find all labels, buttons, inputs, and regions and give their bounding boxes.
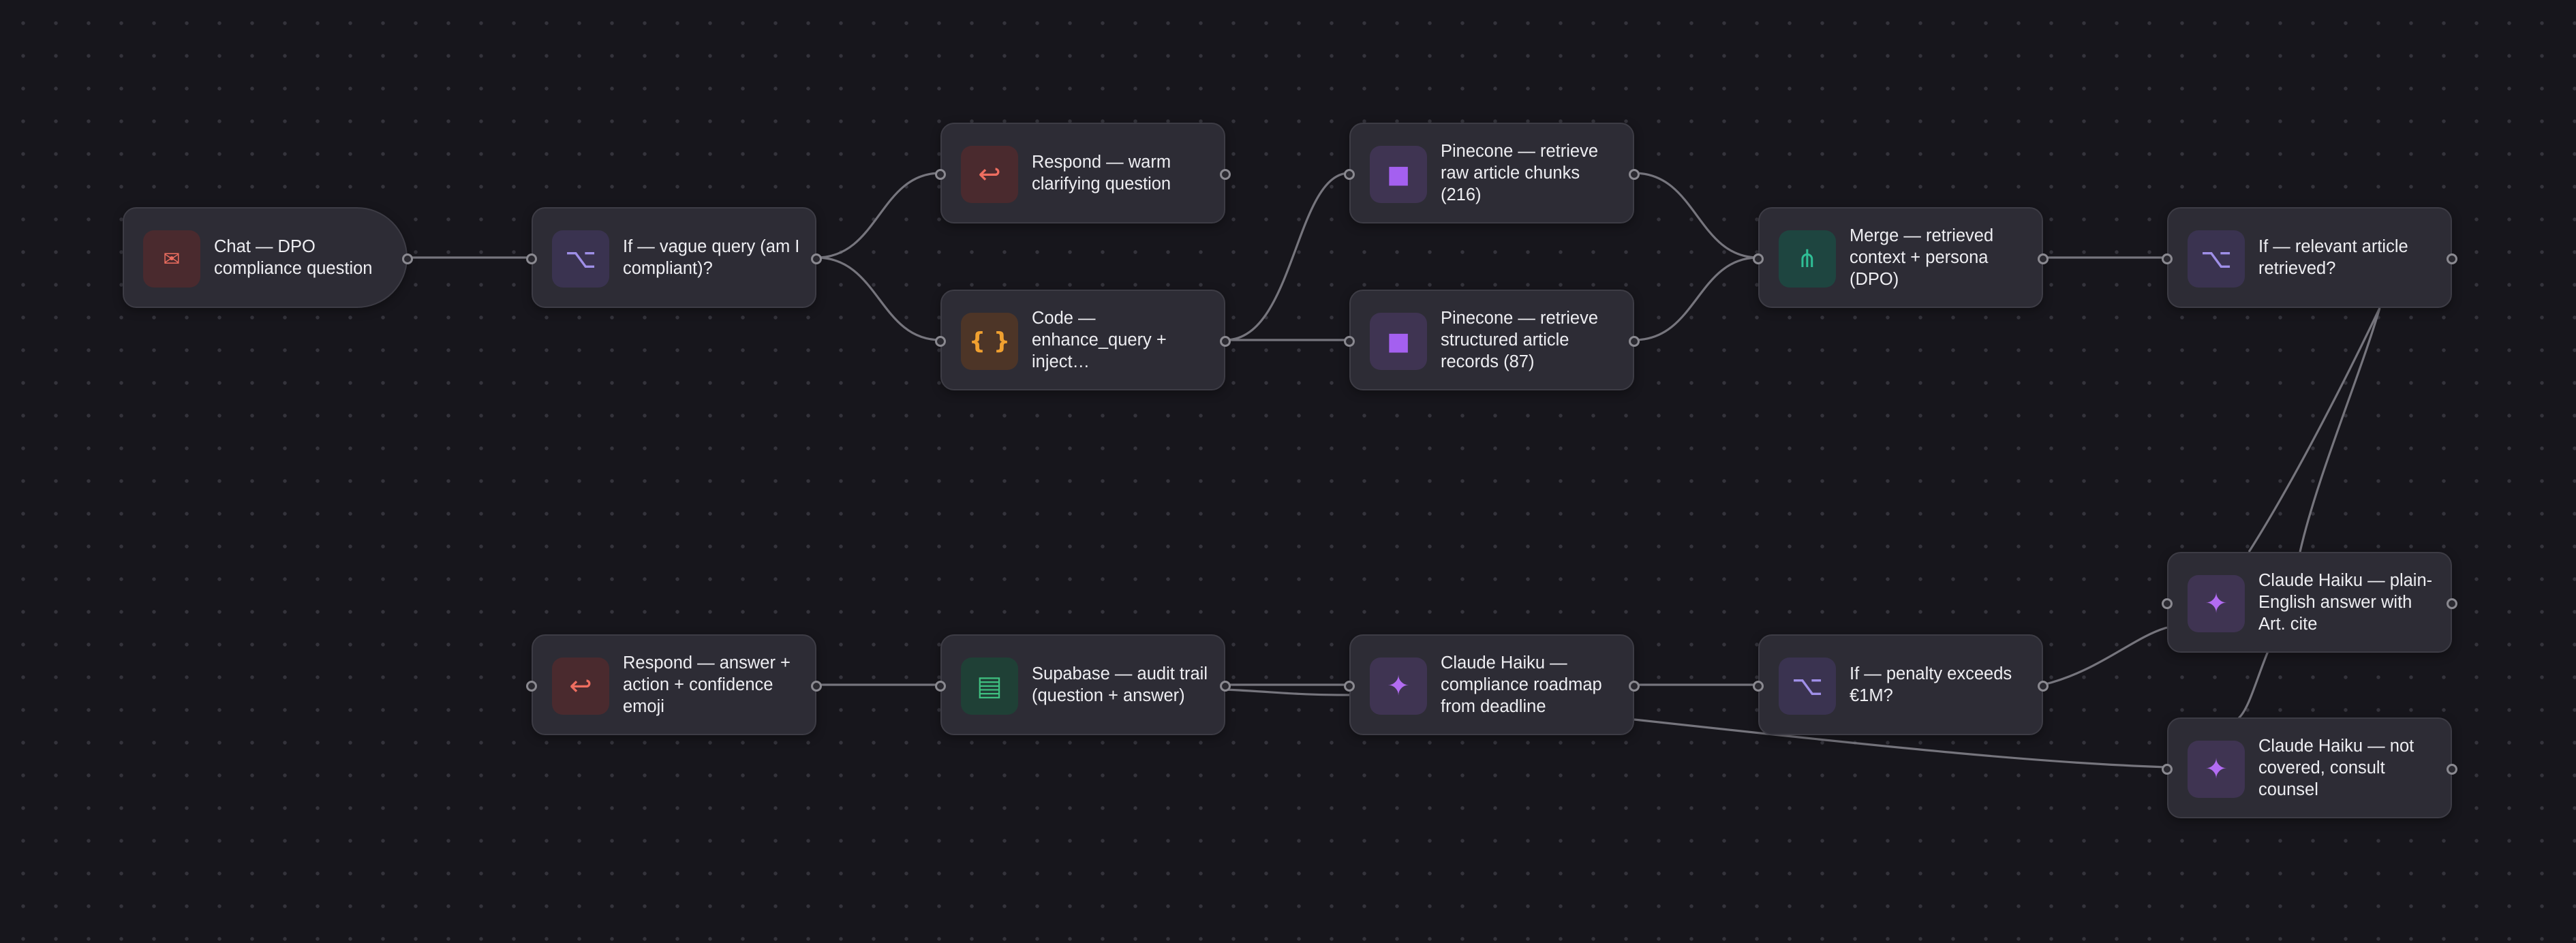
- node-supabase-audit[interactable]: ▤ Supabase — audit trail (question + ans…: [935, 634, 1231, 735]
- reply-icon: ↩: [552, 658, 609, 715]
- table-icon: ▤: [961, 658, 1018, 715]
- input-port[interactable]: [935, 336, 946, 347]
- input-port[interactable]: [1753, 681, 1764, 692]
- connection-if-vague-to-respond-clarify: [816, 172, 941, 259]
- output-port[interactable]: [1629, 681, 1640, 692]
- node-label: If — vague query (am I compliant)?: [623, 237, 800, 278]
- output-port[interactable]: [2447, 253, 2457, 264]
- node-label: Code — enhance_query + inject…: [1032, 309, 1167, 371]
- node-label: Supabase — audit trail (question + answe…: [1032, 664, 1208, 705]
- connection-if-relevant-to-claude-not-covered: [2299, 307, 2381, 553]
- node-label: Pinecone — retrieve structured article r…: [1441, 309, 1599, 371]
- envelope-icon: ✉: [143, 230, 200, 288]
- output-port[interactable]: [2038, 253, 2049, 264]
- output-port[interactable]: [1220, 681, 1231, 692]
- output-port[interactable]: [2038, 681, 2049, 692]
- output-port[interactable]: [1629, 336, 1640, 347]
- node-label: Respond — answer + action + confidence e…: [623, 653, 791, 716]
- workflow-canvas[interactable]: ✉ Chat — DPO compliance question ⌥ If — …: [0, 0, 2576, 943]
- pinecone-square-icon: ■: [1370, 146, 1427, 203]
- node-pinecone-structured-records[interactable]: ■ Pinecone — retrieve structured article…: [1344, 290, 1640, 390]
- node-label: Claude Haiku — compliance roadmap from d…: [1441, 653, 1602, 716]
- node-if-relevant-article[interactable]: ⌥ If — relevant article retrieved?: [2162, 207, 2457, 308]
- output-port[interactable]: [402, 253, 413, 264]
- branch-icon: ⌥: [2188, 230, 2245, 288]
- input-port[interactable]: [1344, 336, 1355, 347]
- node-label: Chat — DPO compliance question: [214, 237, 373, 278]
- node-claude-not-covered[interactable]: ✦ Claude Haiku — not covered, consult co…: [2162, 717, 2457, 818]
- output-port[interactable]: [1629, 169, 1640, 180]
- branch-icon: ⌥: [552, 230, 609, 288]
- node-label: If — penalty exceeds €1M?: [1850, 664, 2012, 705]
- sparkle-icon: ✦: [1370, 658, 1427, 715]
- input-port[interactable]: [1344, 681, 1355, 692]
- output-port[interactable]: [1220, 336, 1231, 347]
- node-if-vague-query[interactable]: ⌥ If — vague query (am I compliant)?: [526, 207, 822, 308]
- connection-code-to-pinecone-raw: [1225, 172, 1350, 341]
- node-respond-clarifying[interactable]: ↩ Respond — warm clarifying question: [935, 123, 1231, 223]
- input-port[interactable]: [2162, 253, 2173, 264]
- connection-pinecone-structured-to-merge: [1634, 256, 1759, 341]
- input-port[interactable]: [526, 253, 537, 264]
- input-port[interactable]: [526, 681, 537, 692]
- output-port[interactable]: [811, 681, 822, 692]
- node-label: Pinecone — retrieve raw article chunks (…: [1441, 142, 1599, 204]
- connection-supabase-to-claude-roadmap-2: [1225, 688, 1350, 696]
- connection-claude-plain-to-supabase: [2237, 651, 2269, 720]
- node-chat-trigger[interactable]: ✉ Chat — DPO compliance question: [123, 207, 413, 308]
- node-label: Claude Haiku — not covered, consult coun…: [2258, 737, 2414, 799]
- node-merge-context[interactable]: ⋔ Merge — retrieved context + persona (D…: [1753, 207, 2049, 308]
- code-braces-icon: { }: [961, 313, 1018, 370]
- connection-if-penalty-to-claude-plain: [2042, 626, 2168, 686]
- input-port[interactable]: [935, 169, 946, 180]
- input-port[interactable]: [2162, 764, 2173, 775]
- connection-if-vague-to-code-enhance: [816, 256, 941, 341]
- connection-if-relevant-to-claude-plain: [2248, 307, 2381, 553]
- output-port[interactable]: [1220, 169, 1231, 180]
- node-label: If — relevant article retrieved?: [2258, 237, 2408, 278]
- input-port[interactable]: [1344, 169, 1355, 180]
- node-if-penalty[interactable]: ⌥ If — penalty exceeds €1M?: [1753, 634, 2049, 735]
- merge-icon: ⋔: [1779, 230, 1836, 288]
- node-pinecone-raw-chunks[interactable]: ■ Pinecone — retrieve raw article chunks…: [1344, 123, 1640, 223]
- node-label: Respond — warm clarifying question: [1032, 153, 1171, 194]
- input-port[interactable]: [1753, 253, 1764, 264]
- node-label: Merge — retrieved context + persona (DPO…: [1850, 226, 1994, 289]
- node-claude-plain-english[interactable]: ✦ Claude Haiku — plain-English answer wi…: [2162, 552, 2457, 653]
- pinecone-square-icon: ■: [1370, 313, 1427, 370]
- node-claude-roadmap[interactable]: ✦ Claude Haiku — compliance roadmap from…: [1344, 634, 1640, 735]
- node-respond-answer[interactable]: ↩ Respond — answer + action + confidence…: [526, 634, 822, 735]
- connection-pinecone-raw-to-merge: [1634, 172, 1759, 259]
- output-port[interactable]: [2447, 598, 2457, 609]
- sparkle-icon: ✦: [2188, 575, 2245, 632]
- output-port[interactable]: [811, 253, 822, 264]
- branch-icon: ⌥: [1779, 658, 1836, 715]
- node-label: Claude Haiku — plain-English answer with…: [2258, 571, 2433, 634]
- input-port[interactable]: [935, 681, 946, 692]
- output-port[interactable]: [2447, 764, 2457, 775]
- reply-icon: ↩: [961, 146, 1018, 203]
- sparkle-icon: ✦: [2188, 741, 2245, 798]
- input-port[interactable]: [2162, 598, 2173, 609]
- node-code-enhance-query[interactable]: { } Code — enhance_query + inject…: [935, 290, 1231, 390]
